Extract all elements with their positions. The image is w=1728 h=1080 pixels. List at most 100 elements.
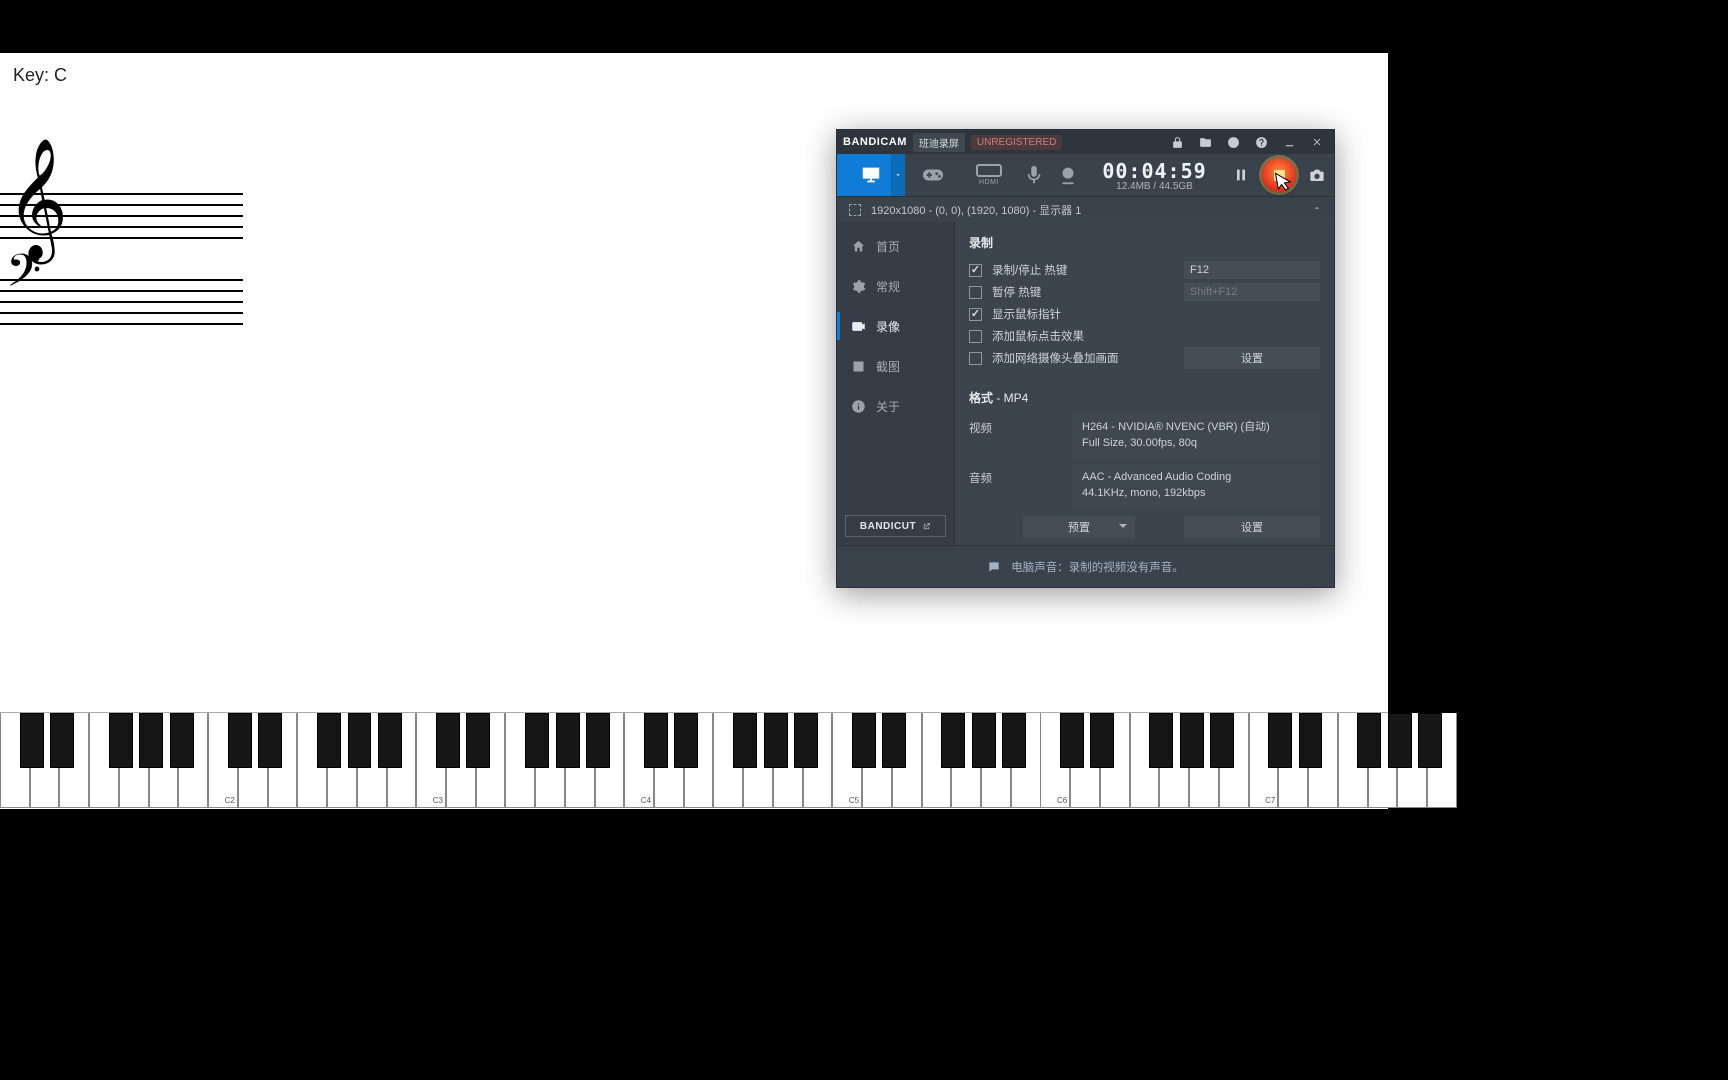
minimize-button[interactable]	[1278, 132, 1300, 152]
audio-codec-box[interactable]: AAC - Advanced Audio Coding 44.1KHz, mon…	[1072, 464, 1320, 508]
black-key[interactable]	[764, 713, 788, 768]
black-key[interactable]	[170, 713, 194, 768]
nav-general[interactable]: 常规	[837, 266, 954, 306]
black-key[interactable]	[525, 713, 549, 768]
octave: C6	[1040, 713, 1248, 808]
record-settings-button[interactable]: 设置	[1184, 347, 1320, 369]
nav-about-label: 关于	[876, 398, 900, 415]
black-key[interactable]	[586, 713, 610, 768]
nav-about[interactable]: 关于	[837, 386, 954, 426]
lock-icon[interactable]	[1166, 132, 1188, 152]
preset-dropdown[interactable]: 预置	[1023, 516, 1135, 538]
octave: C4	[624, 713, 832, 808]
treble-clef-icon: 𝄞	[6, 138, 68, 261]
black-key[interactable]	[258, 713, 282, 768]
titlebar: BANDICAM 班迪录屏 UNREGISTERED	[837, 130, 1334, 154]
black-key[interactable]	[50, 713, 74, 768]
black-key[interactable]	[941, 713, 965, 768]
octave	[0, 713, 208, 808]
black-key[interactable]	[436, 713, 460, 768]
audio-label: 音频	[969, 464, 1015, 486]
sidebar: 首页 常规 录像 截图 关于 BANDICUT	[837, 222, 955, 545]
capture-source-bar[interactable]: 1920x1080 - (0, 0), (1920, 1080) - 显示器 1	[837, 196, 1334, 222]
chk-show-cursor[interactable]	[969, 308, 982, 321]
bass-staff: 𝄢	[0, 279, 243, 325]
speech-bubble-icon	[987, 560, 1001, 574]
octave: C3	[416, 713, 624, 808]
black-key[interactable]	[644, 713, 668, 768]
nav-home[interactable]: 首页	[837, 226, 954, 266]
bass-clef-icon: 𝄢	[6, 245, 41, 309]
lbl-click-effect: 添加鼠标点击效果	[992, 328, 1084, 344]
black-key[interactable]	[733, 713, 757, 768]
hotkey-pause: Shift+F12	[1184, 283, 1320, 301]
nav-video[interactable]: 录像	[837, 306, 954, 346]
black-key[interactable]	[1388, 713, 1412, 768]
black-key[interactable]	[139, 713, 163, 768]
audio-codec-line1: AAC - Advanced Audio Coding	[1082, 470, 1310, 486]
black-key[interactable]	[317, 713, 341, 768]
black-key[interactable]	[882, 713, 906, 768]
schedule-icon[interactable]	[1222, 132, 1244, 152]
chk-click-effect[interactable]	[969, 330, 982, 343]
black-key[interactable]	[1149, 713, 1173, 768]
key-label: C2	[225, 796, 235, 805]
bandicut-label: BANDICUT	[860, 521, 916, 532]
black-key[interactable]	[1268, 713, 1292, 768]
close-button[interactable]	[1306, 132, 1328, 152]
piano-keyboard[interactable]: C2C3C4C5C6C7	[0, 712, 1388, 808]
open-folder-icon[interactable]	[1194, 132, 1216, 152]
app-subtitle: 班迪录屏	[913, 133, 965, 152]
black-key[interactable]	[1357, 713, 1381, 768]
collapse-icon[interactable]	[1312, 203, 1322, 216]
black-key[interactable]	[1299, 713, 1323, 768]
help-icon[interactable]	[1250, 132, 1272, 152]
key-label: C7	[1265, 796, 1275, 805]
hotkey-start-stop[interactable]: F12	[1184, 261, 1320, 279]
black-key[interactable]	[348, 713, 372, 768]
black-key[interactable]	[228, 713, 252, 768]
black-key[interactable]	[1002, 713, 1026, 768]
chk-start-stop-hotkey[interactable]	[969, 264, 982, 277]
lbl-show-cursor: 显示鼠标指针	[992, 306, 1061, 322]
chk-pause-hotkey[interactable]	[969, 286, 982, 299]
bandicut-link[interactable]: BANDICUT	[845, 515, 946, 537]
video-codec-box[interactable]: H264 - NVIDIA® NVENC (VBR) (自动) Full Siz…	[1072, 414, 1320, 458]
octave: C7	[1249, 713, 1457, 808]
nav-image[interactable]: 截图	[837, 346, 954, 386]
toggle-webcam[interactable]	[1051, 154, 1085, 196]
black-key[interactable]	[1418, 713, 1442, 768]
nav-general-label: 常规	[876, 278, 900, 295]
mode-device[interactable]: HDMI	[961, 154, 1017, 196]
pause-button[interactable]	[1224, 154, 1258, 196]
black-key[interactable]	[674, 713, 698, 768]
black-key[interactable]	[794, 713, 818, 768]
black-key[interactable]	[1180, 713, 1204, 768]
snapshot-button[interactable]	[1300, 154, 1334, 196]
record-status: 00:04:59 12.4MB / 44.5GB	[1085, 159, 1224, 192]
black-key[interactable]	[1210, 713, 1234, 768]
black-key[interactable]	[1090, 713, 1114, 768]
black-key[interactable]	[852, 713, 876, 768]
octave: C2	[208, 713, 416, 808]
mode-game[interactable]	[905, 154, 961, 196]
black-key[interactable]	[20, 713, 44, 768]
bandicam-window: BANDICAM 班迪录屏 UNREGISTERED	[836, 129, 1335, 588]
video-label: 视频	[969, 414, 1015, 436]
black-key[interactable]	[466, 713, 490, 768]
nav-home-label: 首页	[876, 238, 900, 255]
record-section-title: 录制	[969, 234, 1320, 251]
mode-screen[interactable]	[837, 154, 905, 196]
black-key[interactable]	[1060, 713, 1084, 768]
black-key[interactable]	[556, 713, 580, 768]
toggle-microphone[interactable]	[1017, 154, 1051, 196]
format-settings-button[interactable]: 设置	[1184, 516, 1320, 538]
black-key[interactable]	[109, 713, 133, 768]
mode-screen-dropdown[interactable]	[891, 154, 905, 196]
chk-webcam-overlay[interactable]	[969, 352, 982, 365]
unregistered-badge: UNREGISTERED	[971, 135, 1062, 150]
black-key[interactable]	[378, 713, 402, 768]
black-key[interactable]	[972, 713, 996, 768]
footer-hint-bar: 电脑声音：录制的视频没有声音。	[837, 545, 1334, 587]
record-stop-button[interactable]	[1258, 154, 1300, 196]
